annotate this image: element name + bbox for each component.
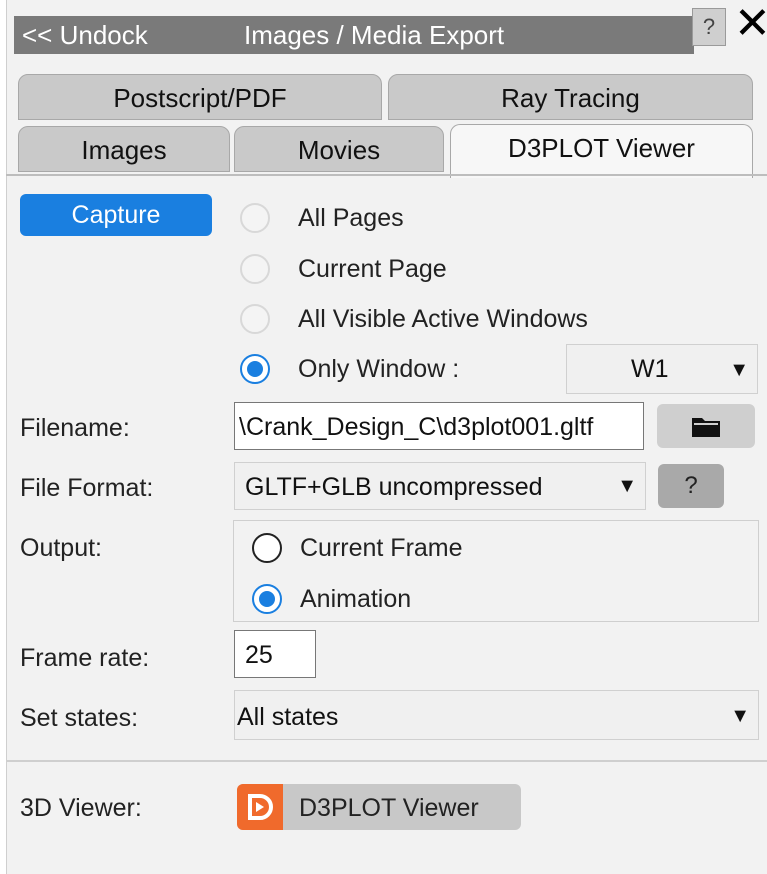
undock-button[interactable]: << Undock <box>22 20 148 51</box>
chevron-down-icon: ▼ <box>617 475 637 497</box>
tab-movies[interactable]: Movies <box>234 126 444 172</box>
viewer-label: 3D Viewer: <box>20 794 142 822</box>
folder-icon <box>692 418 720 437</box>
current-page-label: Current Page <box>298 255 447 283</box>
filename-value: \Crank_Design_C\d3plot001.gltf <box>239 413 594 441</box>
all-visible-windows-label: All Visible Active Windows <box>298 305 588 333</box>
browse-button[interactable] <box>657 404 755 448</box>
frame-rate-value: 25 <box>245 641 273 669</box>
filename-label: Filename: <box>20 414 130 442</box>
close-icon[interactable]: ✕ <box>734 2 767 48</box>
chevron-down-icon: ▼ <box>729 359 749 381</box>
radio-all-pages[interactable] <box>240 203 270 233</box>
set-states-value: All states <box>237 703 339 731</box>
frame-rate-input[interactable]: 25 <box>234 630 316 678</box>
radio-all-visible-windows[interactable] <box>240 304 270 334</box>
radio-current-page[interactable] <box>240 254 270 284</box>
frame-rate-label: Frame rate: <box>20 644 150 672</box>
chevron-down-icon: ▼ <box>730 705 750 727</box>
format-help-button[interactable]: ? <box>658 464 724 508</box>
window-select-value: W1 <box>631 355 669 383</box>
d3plot-viewer-button[interactable]: D3PLOT Viewer <box>237 784 521 830</box>
filename-input[interactable]: \Crank_Design_C\d3plot001.gltf <box>234 402 644 450</box>
window-select[interactable]: W1 ▼ <box>566 344 758 394</box>
only-window-label: Only Window : <box>298 355 460 383</box>
tab-images[interactable]: Images <box>18 126 230 172</box>
d3plot-logo-icon <box>237 784 283 830</box>
radio-only-window[interactable] <box>240 354 270 384</box>
viewer-button-label: D3PLOT Viewer <box>299 794 479 822</box>
file-format-select[interactable]: GLTF+GLB uncompressed ▼ <box>234 462 646 510</box>
set-states-select[interactable]: All states ▼ <box>234 690 759 740</box>
tab-postscript-pdf[interactable]: Postscript/PDF <box>18 74 382 120</box>
tab-ray-tracing[interactable]: Ray Tracing <box>388 74 753 120</box>
set-states-label: Set states: <box>20 704 139 732</box>
file-format-label: File Format: <box>20 474 154 502</box>
radio-animation[interactable] <box>252 584 282 614</box>
capture-button[interactable]: Capture <box>20 194 212 236</box>
panel-title: Images / Media Export <box>244 20 505 50</box>
animation-label: Animation <box>300 585 412 613</box>
title-bar: << Undock Images / Media Export <box>14 16 694 54</box>
all-pages-label: All Pages <box>298 204 404 232</box>
tab-d3plot-viewer[interactable]: D3PLOT Viewer <box>450 124 753 178</box>
current-frame-label: Current Frame <box>300 534 463 562</box>
help-button[interactable]: ? <box>692 8 726 46</box>
section-divider <box>6 760 767 762</box>
radio-current-frame[interactable] <box>252 533 282 563</box>
file-format-value: GLTF+GLB uncompressed <box>245 473 543 501</box>
output-label: Output: <box>20 534 102 562</box>
tab-divider <box>6 174 767 176</box>
